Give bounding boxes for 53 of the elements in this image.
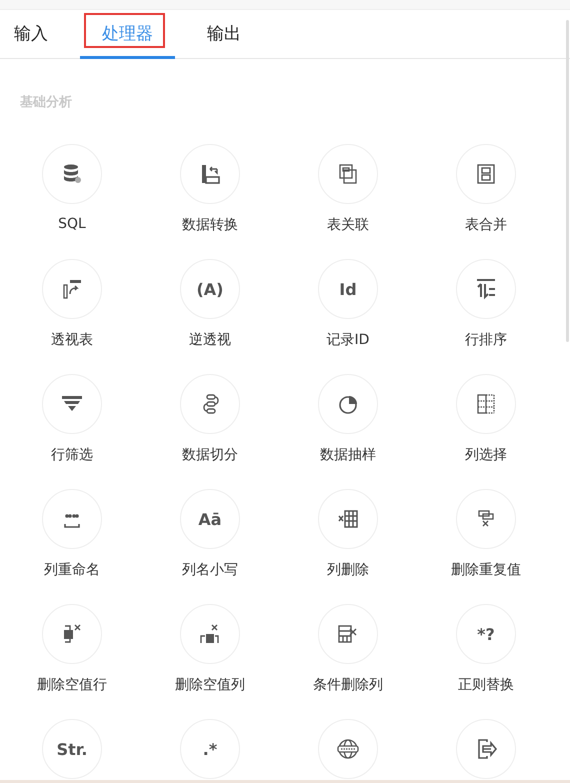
pie-chart-icon xyxy=(339,396,357,414)
tool-button[interactable]: .* xyxy=(180,719,240,779)
tool-label: 列名小写 xyxy=(182,561,238,579)
filter-icon xyxy=(62,396,82,411)
tool-label: 记录ID xyxy=(326,331,370,349)
tool-label: SQL xyxy=(58,216,86,232)
export-icon xyxy=(478,739,498,759)
tool-label: 列删除 xyxy=(327,561,369,579)
database-icon xyxy=(64,164,81,183)
tab[interactable]: 输出 xyxy=(197,10,251,59)
tool-label: 表合并 xyxy=(465,216,507,234)
lowercase-icon: Aā xyxy=(198,510,222,528)
tab[interactable]: 输入 xyxy=(4,10,58,59)
tool-label: 数据转换 xyxy=(182,216,238,234)
tool-label: 列选择 xyxy=(465,446,507,464)
tool-label: 行筛选 xyxy=(51,446,93,464)
tool-label: 表关联 xyxy=(327,216,369,234)
globe-icon xyxy=(337,739,359,759)
tool-button[interactable]: Aā xyxy=(180,489,240,549)
text-bracket-icon: (A) xyxy=(196,280,224,298)
table-convert-icon xyxy=(202,165,220,184)
tool-button[interactable]: (A) xyxy=(180,259,240,319)
tool-label: 数据抽样 xyxy=(320,446,376,464)
tool-label: 删除空值列 xyxy=(175,676,245,694)
id-icon: Id xyxy=(339,280,357,298)
tool-label: 删除空值行 xyxy=(37,676,107,694)
empty-column-delete-icon xyxy=(200,624,219,644)
column-select-icon xyxy=(477,394,495,414)
tool-label: 删除重复值 xyxy=(451,561,521,579)
join-icon xyxy=(339,164,357,184)
wildcard-icon: .* xyxy=(202,740,218,758)
tool-label: 条件删除列 xyxy=(313,676,383,694)
conditional-delete-icon xyxy=(338,625,357,643)
split-icon xyxy=(203,394,219,414)
pivot-icon xyxy=(63,280,81,299)
tool-button[interactable]: Id xyxy=(318,259,378,319)
tool-label: 数据切分 xyxy=(182,446,238,464)
tool-label: 正则替换 xyxy=(458,676,514,694)
regex-icon: *? xyxy=(477,624,495,644)
merge-icon xyxy=(477,164,495,184)
rename-icon xyxy=(64,514,80,528)
duplicate-delete-icon xyxy=(478,510,494,527)
empty-row-delete-icon xyxy=(64,624,81,643)
string-icon: Str. xyxy=(56,740,88,758)
tool-label: 透视表 xyxy=(51,331,93,349)
tool-button[interactable]: *? xyxy=(456,604,516,664)
sort-icon xyxy=(476,279,496,300)
column-delete-icon xyxy=(338,510,358,528)
tool-label: 逆透视 xyxy=(189,331,231,349)
scrollbar[interactable] xyxy=(566,20,569,342)
tool-button[interactable]: Str. xyxy=(42,719,102,779)
tool-label: 列重命名 xyxy=(44,561,100,579)
tool-label: 行排序 xyxy=(465,331,507,349)
